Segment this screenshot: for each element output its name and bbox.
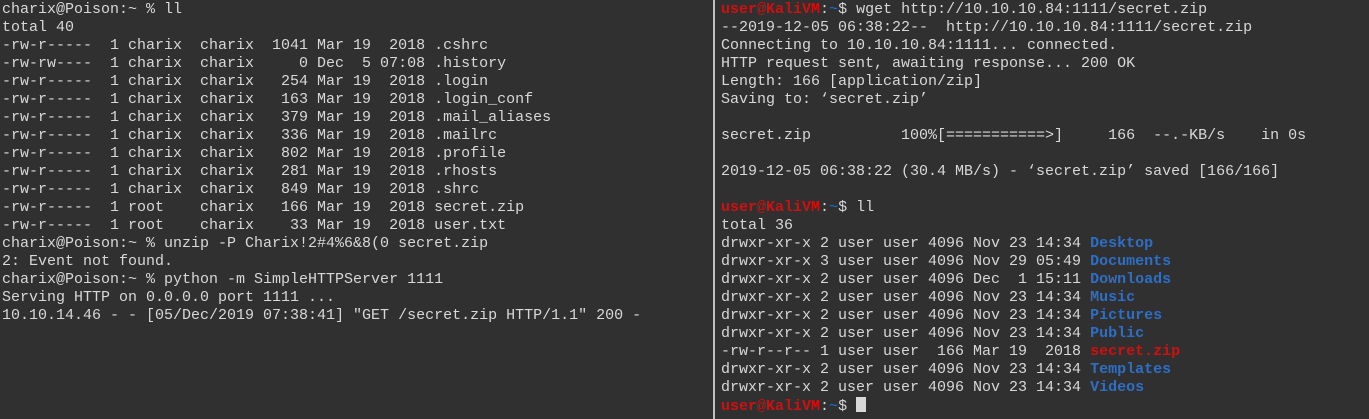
listing-row: -rw-r--r-- 1 user user 166 Mar 19 2018 s… (721, 343, 1369, 361)
terminal-line: -rw-r----- 1 charix charix 849 Mar 19 20… (2, 181, 480, 198)
terminal-line: -rw-rw---- 1 charix charix 0 Dec 5 07:08… (2, 55, 507, 72)
progress-line: secret.zip 100%[===========>] 166 --.-KB… (721, 127, 1307, 144)
prompt-separator: : (820, 1, 830, 18)
prompt-line: user@KaliVM:~$ wget http://10.10.10.84:1… (721, 1, 1369, 19)
listing-row: drwxr-xr-x 2 user user 4096 Nov 23 14:34… (721, 235, 1369, 253)
left-terminal-output: charix@Poison:~ % ll total 40 -rw-r-----… (2, 1, 713, 325)
listing-row: drwxr-xr-x 2 user user 4096 Nov 23 14:34… (721, 307, 1369, 325)
terminal-screen: charix@Poison:~ % ll total 40 -rw-r-----… (0, 0, 1369, 419)
listing-row: drwxr-xr-x 3 user user 4096 Nov 29 05:49… (721, 253, 1369, 271)
listing-name-directory: Documents (1090, 253, 1172, 270)
terminal-line: Length: 166 [application/zip] (721, 73, 983, 90)
prompt-user: user (721, 398, 758, 415)
terminal-line: --2019-12-05 06:38:22-- http://10.10.10.… (721, 19, 1253, 36)
listing-name-directory: Pictures (1090, 307, 1163, 324)
listing-name-directory: Videos (1090, 379, 1145, 396)
terminal-line: Connecting to 10.10.10.84:1111... connec… (721, 37, 1118, 54)
listing-row: drwxr-xr-x 2 user user 4096 Nov 23 14:34… (721, 289, 1369, 307)
terminal-line: -rw-r----- 1 charix charix 281 Mar 19 20… (2, 163, 498, 180)
terminal-line: -rw-r----- 1 charix charix 1041 Mar 19 2… (2, 37, 489, 54)
listing-meta: -rw-r--r-- 1 user user 166 Mar 19 2018 (721, 343, 1091, 360)
prompt-separator: : (820, 199, 830, 216)
terminal-line: total 40 (2, 19, 75, 36)
listing-name-directory: Desktop (1090, 235, 1154, 252)
prompt-path: ~ (829, 199, 839, 216)
prompt-line: user@KaliVM:~$ ll (721, 199, 1369, 217)
listing-meta: drwxr-xr-x 2 user user 4096 Nov 23 14:34 (721, 307, 1091, 324)
listing-meta: drwxr-xr-x 3 user user 4096 Nov 29 05:49 (721, 253, 1091, 270)
prompt-symbol: $ (838, 199, 857, 216)
terminal-line: charix@Poison:~ % unzip -P Charix!2#4%6&… (2, 235, 489, 252)
prompt-at: @ (757, 1, 767, 18)
prompt-path: ~ (829, 1, 839, 18)
terminal-line: Serving HTTP on 0.0.0.0 port 1111 ... (2, 289, 336, 306)
prompt-separator: : (820, 398, 830, 415)
terminal-line: HTTP request sent, awaiting response... … (721, 55, 1136, 72)
terminal-line: -rw-r----- 1 root charix 166 Mar 19 2018… (2, 199, 525, 216)
listing-row: drwxr-xr-x 2 user user 4096 Nov 23 14:34… (721, 325, 1369, 343)
listing-row: drwxr-xr-x 2 user user 4096 Dec 1 15:11 … (721, 271, 1369, 289)
prompt-host: KaliVM (766, 1, 821, 18)
terminal-line: -rw-r----- 1 charix charix 163 Mar 19 20… (2, 91, 534, 108)
text-cursor[interactable] (856, 397, 867, 412)
prompt-at: @ (757, 199, 767, 216)
terminal-line: -rw-r----- 1 charix charix 802 Mar 19 20… (2, 145, 507, 162)
listing-meta: drwxr-xr-x 2 user user 4096 Nov 23 14:34 (721, 235, 1091, 252)
prompt-user: user (721, 1, 758, 18)
terminal-line: -rw-r----- 1 charix charix 336 Mar 19 20… (2, 127, 498, 144)
prompt-line: user@KaliVM:~$ (721, 397, 1369, 415)
listing-row: drwxr-xr-x 2 user user 4096 Nov 23 14:34… (721, 361, 1369, 379)
listing-meta: drwxr-xr-x 2 user user 4096 Nov 23 14:34 (721, 361, 1091, 378)
right-terminal-pane[interactable]: user@KaliVM:~$ wget http://10.10.10.84:1… (715, 0, 1369, 419)
prompt-host: KaliVM (766, 398, 821, 415)
total-line: total 36 (721, 217, 794, 234)
listing-meta: drwxr-xr-x 2 user user 4096 Nov 23 14:34 (721, 289, 1091, 306)
file-listing: drwxr-xr-x 2 user user 4096 Nov 23 14:34… (721, 235, 1369, 397)
left-terminal-pane[interactable]: charix@Poison:~ % ll total 40 -rw-r-----… (0, 0, 713, 419)
wget-command: wget http://10.10.10.84:1111/secret.zip (856, 1, 1208, 18)
terminal-line: charix@Poison:~ % python -m SimpleHTTPSe… (2, 271, 444, 288)
listing-name-directory: Public (1090, 325, 1145, 342)
listing-name-directory: Music (1090, 289, 1136, 306)
prompt-symbol: $ (838, 398, 857, 415)
terminal-line: 2: Event not found. (2, 253, 174, 270)
listing-name-directory: Downloads (1090, 271, 1172, 288)
listing-meta: drwxr-xr-x 2 user user 4096 Nov 23 14:34 (721, 379, 1091, 396)
prompt-path: ~ (829, 398, 839, 415)
terminal-line: 10.10.14.46 - - [05/Dec/2019 07:38:41] "… (2, 307, 642, 324)
terminal-line: charix@Poison:~ % ll (2, 1, 183, 18)
listing-name-archive: secret.zip (1090, 343, 1181, 360)
terminal-line: -rw-r----- 1 root charix 33 Mar 19 2018 … (2, 217, 507, 234)
prompt-at: @ (757, 398, 767, 415)
listing-row: drwxr-xr-x 2 user user 4096 Nov 23 14:34… (721, 379, 1369, 397)
listing-name-directory: Templates (1090, 361, 1172, 378)
terminal-line: Saving to: ‘secret.zip’ (721, 91, 929, 108)
prompt-host: KaliVM (766, 199, 821, 216)
listing-meta: drwxr-xr-x 2 user user 4096 Nov 23 14:34 (721, 325, 1091, 342)
ll-command: ll (856, 199, 875, 216)
prompt-user: user (721, 199, 758, 216)
terminal-line: -rw-r----- 1 charix charix 254 Mar 19 20… (2, 73, 489, 90)
listing-meta: drwxr-xr-x 2 user user 4096 Dec 1 15:11 (721, 271, 1091, 288)
terminal-line: -rw-r----- 1 charix charix 379 Mar 19 20… (2, 109, 552, 126)
saved-line: 2019-12-05 06:38:22 (30.4 MB/s) - ‘secre… (721, 163, 1280, 180)
prompt-symbol: $ (838, 1, 857, 18)
